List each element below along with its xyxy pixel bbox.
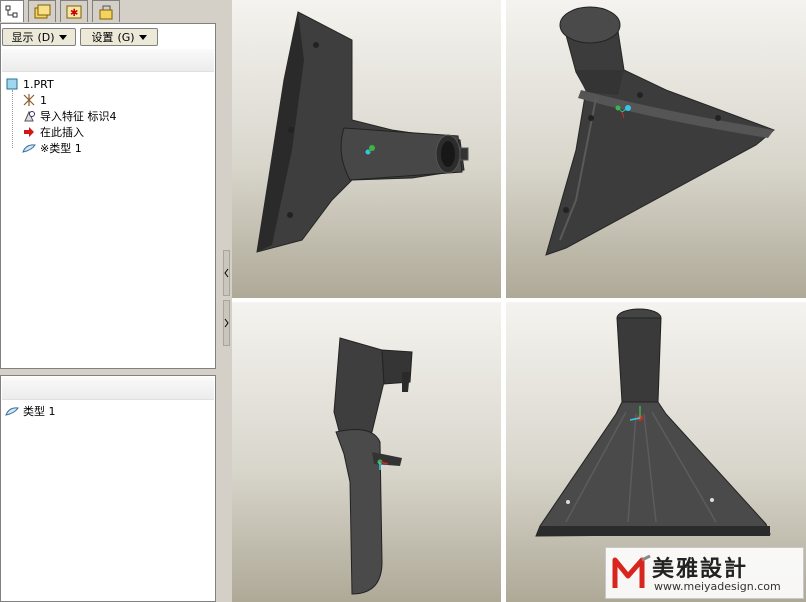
insert-arrow-icon: [21, 125, 37, 139]
tree-root-label: 1.PRT: [23, 77, 54, 91]
layer-item-label: 类型 1: [23, 405, 56, 418]
show-label: 显示: [11, 31, 34, 44]
favorites-icon: ✱: [66, 5, 82, 19]
layer-tree: 类型 1: [0, 375, 216, 602]
collapse-handle[interactable]: [223, 250, 230, 296]
settings-menu-button[interactable]: 设置 (G): [80, 28, 158, 46]
viewport-bottom-left[interactable]: [232, 302, 501, 602]
tree-root-item[interactable]: 1.PRT: [4, 76, 54, 92]
tree-item-label: 在此插入: [40, 126, 84, 139]
tree-item-label: 1: [40, 93, 47, 107]
tree-column-header: [2, 49, 214, 72]
nozzle-model-view: [545, 6, 775, 256]
tree-connector: [12, 90, 13, 148]
folder-icon: [34, 4, 51, 18]
settings-label: 设置: [91, 31, 114, 44]
watermark-url: www.meiyadesign.com: [654, 580, 781, 593]
tab-folder-browser[interactable]: [28, 0, 56, 22]
tab-model-tree[interactable]: [0, 0, 24, 22]
chevron-down-icon: [138, 34, 147, 40]
tree-item-quilt[interactable]: ※类型 1: [21, 140, 82, 156]
watermark-brand: 美雅設計: [652, 557, 749, 582]
nozzle-model-view: [333, 337, 413, 595]
tree-icon: [5, 5, 18, 17]
nozzle-model-view: [256, 11, 469, 253]
expand-handle[interactable]: [223, 300, 230, 346]
svg-text:✱: ✱: [70, 8, 78, 19]
viewport-top-left[interactable]: [232, 0, 501, 298]
viewport-top-right[interactable]: [506, 0, 806, 298]
watermark-logo: 美雅設計 www.meiyadesign.com: [605, 547, 804, 599]
tree-item-csys[interactable]: 1: [21, 92, 47, 108]
csys-icon: [21, 93, 37, 107]
part-icon: [4, 77, 20, 91]
tab-connections[interactable]: [92, 0, 120, 22]
navigator-panel: ✱ 显示 (D) 设置 (G) 1.PRT 1 导入特征 标识4 在此插入 ※类…: [0, 0, 222, 602]
tree-item-import-feature[interactable]: 导入特征 标识4: [21, 108, 117, 124]
tree-item-label: 导入特征 标识4: [40, 110, 117, 123]
show-hotkey: (D): [37, 30, 55, 44]
layer-tree-header: [2, 377, 214, 400]
show-menu-button[interactable]: 显示 (D): [2, 28, 76, 46]
settings-hotkey: (G): [117, 30, 135, 44]
panel-splitter[interactable]: [222, 0, 232, 602]
chevron-down-icon: [58, 34, 67, 40]
tree-item-label: ※类型 1: [40, 142, 82, 155]
model-tree: 显示 (D) 设置 (G) 1.PRT 1 导入特征 标识4 在此插入 ※类型 …: [0, 23, 216, 369]
layer-item[interactable]: 类型 1: [4, 403, 56, 419]
meiya-logo-icon: [612, 554, 651, 588]
import-feature-icon: [21, 109, 37, 123]
tree-item-insert-here[interactable]: 在此插入: [21, 124, 84, 140]
viewport-divider-vertical: [501, 0, 506, 602]
quilt-icon: [21, 141, 37, 155]
viewport-divider-horizontal: [232, 298, 806, 302]
connections-icon: [99, 5, 113, 19]
quilt-icon: [4, 404, 20, 418]
tab-favorites[interactable]: ✱: [60, 0, 88, 22]
